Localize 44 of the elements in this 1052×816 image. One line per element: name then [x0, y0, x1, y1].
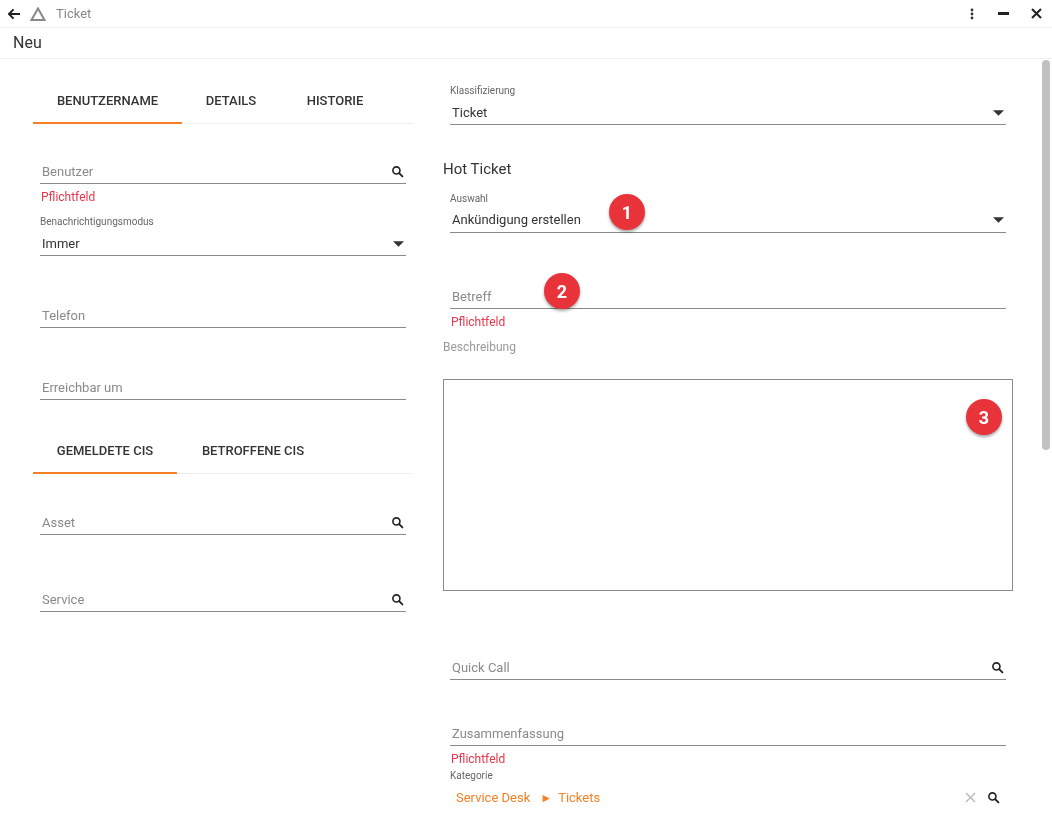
description-textarea[interactable]: [443, 378, 1013, 591]
input-field[interactable]: Asset: [40, 511, 406, 535]
search-icon[interactable]: [991, 660, 1004, 674]
close-icon[interactable]: [1031, 8, 1042, 19]
tab[interactable]: DETAILS: [182, 80, 280, 124]
dropdown[interactable]: Ticket: [450, 101, 1006, 125]
field-label: Benachrichtigungsmodus: [40, 215, 155, 229]
tab[interactable]: GEMELDETE CIS: [33, 430, 177, 474]
input-field[interactable]: Telefon: [40, 304, 406, 328]
minimize-icon[interactable]: [998, 11, 1009, 16]
caret-icon[interactable]: [393, 240, 404, 247]
input-field[interactable]: Quick Call: [450, 655, 1006, 680]
field-label: Kategorie: [450, 768, 494, 783]
input-field[interactable]: Zusammenfassung: [450, 721, 1006, 746]
number-marker: 3: [966, 399, 1002, 435]
search-icon[interactable]: [391, 516, 404, 529]
more-options-icon[interactable]: [970, 7, 974, 20]
input-field[interactable]: Service: [40, 588, 406, 612]
error-message: Pflichtfeld: [41, 189, 96, 206]
input-field[interactable]: Erreichbar um: [40, 376, 406, 400]
field-label: Klassifizierung: [450, 84, 517, 98]
back-arrow-icon[interactable]: [8, 7, 21, 20]
search-icon[interactable]: [391, 593, 404, 606]
tab[interactable]: BETROFFENE CIS: [177, 430, 329, 474]
search-icon[interactable]: [391, 165, 404, 178]
error-message: Pflichtfeld: [451, 313, 506, 331]
error-message: Pflichtfeld: [451, 750, 506, 768]
tab[interactable]: HISTORIE: [280, 80, 390, 124]
page-title: Neu: [13, 32, 42, 54]
caret-icon[interactable]: [993, 109, 1004, 116]
dropdown[interactable]: Immer: [40, 232, 406, 256]
field-label: Auswahl: [450, 191, 490, 206]
number-marker: 1: [609, 194, 645, 230]
section-title: Hot Ticket: [443, 159, 513, 180]
search-icon[interactable]: [987, 791, 1000, 804]
window-title: Ticket: [56, 4, 92, 23]
tab[interactable]: BENUTZERNAME: [33, 80, 182, 124]
number-marker: 2: [544, 273, 580, 309]
triangle-logo-icon: [30, 6, 46, 21]
field-label: Beschreibung: [443, 338, 517, 356]
input-field[interactable]: Benutzer: [40, 160, 406, 184]
breadcrumb-separator: ►: [540, 789, 553, 807]
caret-icon[interactable]: [993, 217, 1004, 223]
scrollbar-thumb[interactable]: [1042, 60, 1050, 450]
